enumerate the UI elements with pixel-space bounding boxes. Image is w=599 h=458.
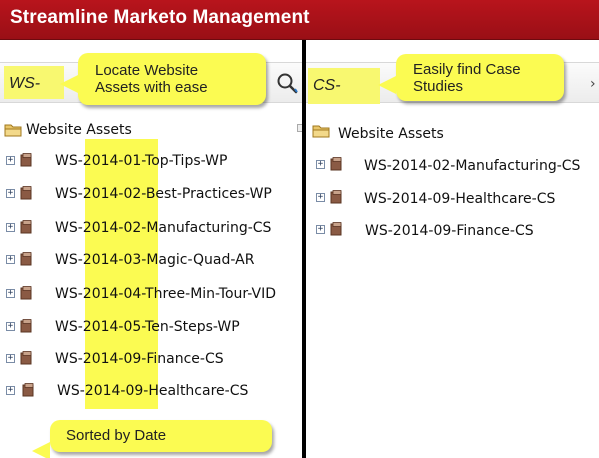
folder-icon [4,124,22,137]
asset-icon [20,319,32,333]
expand-icon[interactable]: + [316,193,325,202]
folder-icon [312,125,330,138]
left-item-label: WS-2014-09-Healthcare-CS [57,383,249,399]
expand-icon[interactable]: + [6,223,15,232]
sort-callout: Sorted by Date [32,420,272,458]
right-list-item[interactable]: + WS-2014-02-Manufacturing-CS [316,155,599,175]
asset-icon [20,220,32,234]
left-item-label: WS-2014-09-Finance-CS [55,351,224,367]
right-list-item[interactable]: + WS-2014-09-Healthcare-CS [316,188,599,208]
left-item-label: WS-2014-02-Manufacturing-CS [55,220,272,236]
expand-icon[interactable]: + [316,225,325,234]
left-list-item[interactable]: + WS-2014-09-Finance-CS [6,349,302,369]
left-list-item[interactable]: + WS-2014-09-Healthcare-CS [6,381,302,401]
left-item-label: WS-2014-05-Ten-Steps-WP [55,319,240,335]
left-list-item[interactable]: + WS-2014-02-Manufacturing-CS [6,218,302,238]
expand-icon[interactable]: + [6,189,15,198]
left-list-item[interactable]: + WS-2014-04-Three-Min-Tour-VID [6,284,302,304]
left-root-label: Website Assets [26,122,132,138]
asset-icon [22,383,34,397]
asset-icon [20,351,32,365]
left-root-folder[interactable]: Website Assets [4,121,294,139]
left-tree: Website Assets + WS-2014-01-Top-Tips-WP … [0,0,302,458]
left-item-label: WS-2014-01-Top-Tips-WP [55,153,228,169]
right-tree: Website Assets + WS-2014-02-Manufacturin… [306,0,599,458]
asset-icon [330,157,342,171]
right-list-item[interactable]: + WS-2014-09-Finance-CS [316,220,599,240]
right-item-label: WS-2014-02-Manufacturing-CS [364,158,581,174]
expand-icon[interactable]: + [6,156,15,165]
expand-icon[interactable]: + [6,354,15,363]
asset-icon [330,222,342,236]
right-item-label: WS-2014-09-Healthcare-CS [364,191,556,207]
expand-icon[interactable]: + [6,386,15,395]
left-item-label: WS-2014-03-Magic-Quad-AR [55,252,255,268]
asset-icon [20,153,32,167]
left-list-item[interactable]: + WS-2014-03-Magic-Quad-AR [6,250,302,270]
left-item-label: WS-2014-02-Best-Practices-WP [55,186,272,202]
panel-icon [297,124,302,132]
right-root-folder[interactable]: Website Assets [312,123,592,142]
expand-icon[interactable]: + [316,160,325,169]
asset-icon [20,286,32,300]
right-root-label: Website Assets [338,126,444,142]
left-list-item[interactable]: + WS-2014-05-Ten-Steps-WP [6,317,302,337]
expand-icon[interactable]: + [6,255,15,264]
left-list-item[interactable]: + WS-2014-01-Top-Tips-WP [6,151,302,171]
asset-icon [20,252,32,266]
expand-icon[interactable]: + [6,289,15,298]
left-list-item[interactable]: + WS-2014-02-Best-Practices-WP [6,184,302,204]
left-item-label: WS-2014-04-Three-Min-Tour-VID [55,286,276,302]
asset-icon [20,186,32,200]
asset-icon [330,190,342,204]
expand-icon[interactable]: + [6,322,15,331]
sort-callout-text: Sorted by Date [66,427,167,444]
right-item-label: WS-2014-09-Finance-CS [365,223,534,239]
